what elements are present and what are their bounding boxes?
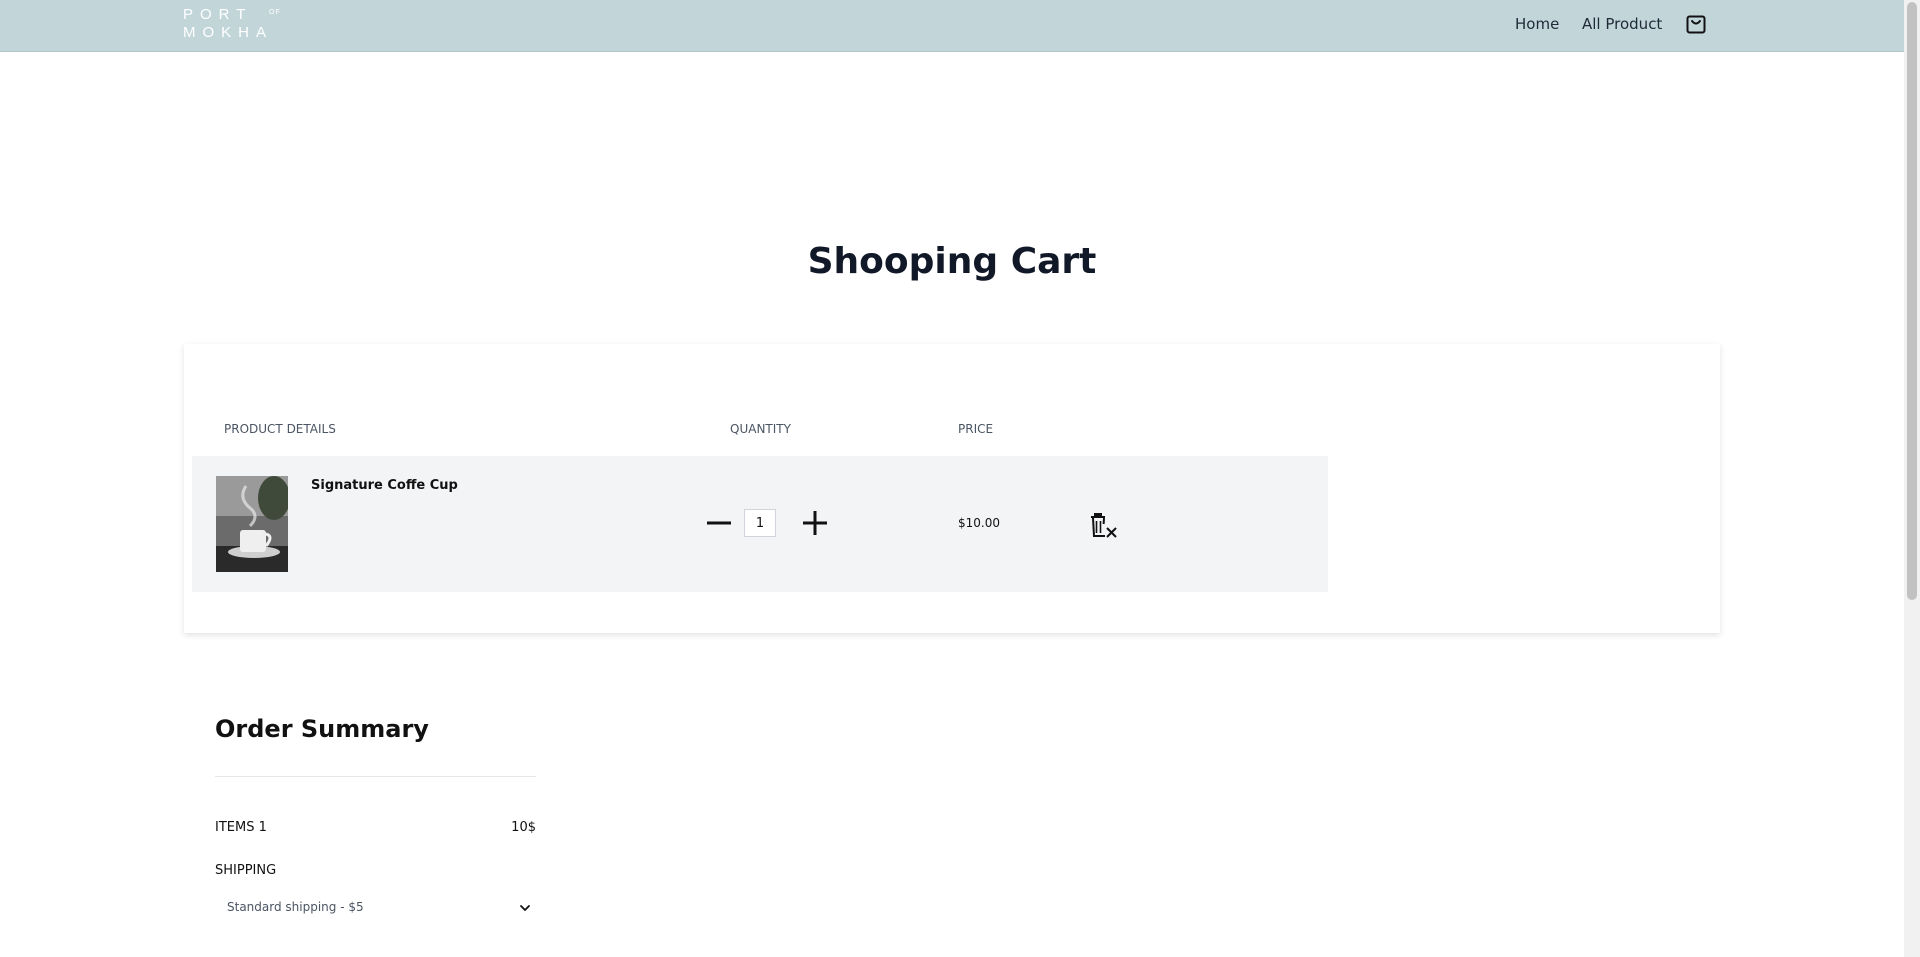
- chevron-down-icon: [518, 900, 532, 914]
- cart-card: PRODUCT DETAILS QUANTITY PRICE Signature…: [184, 344, 1720, 633]
- summary-items-value: 10$: [511, 820, 536, 835]
- shipping-select[interactable]: Standard shipping - $5: [215, 891, 536, 923]
- order-summary-title: Order Summary: [215, 715, 429, 743]
- top-navbar: PORT OF MOKHA Home All Product: [0, 0, 1904, 52]
- brand-logo[interactable]: PORT OF MOKHA: [183, 7, 287, 41]
- item-price: $10.00: [958, 516, 1000, 530]
- plus-icon[interactable]: [800, 508, 830, 538]
- order-summary: Order Summary ITEMS 1 10$ SHIPPING Stand…: [215, 712, 536, 914]
- column-header-price: PRICE: [958, 422, 994, 436]
- nav-home-link[interactable]: Home: [1515, 14, 1559, 34]
- cart-item-row: Signature Coffe Cup $10.00: [192, 456, 1328, 592]
- summary-divider: [215, 776, 536, 777]
- shipping-selected-value: Standard shipping - $5: [227, 900, 364, 914]
- page-title: Shooping Cart: [807, 241, 1097, 282]
- trash-x-icon[interactable]: [1090, 510, 1120, 540]
- logo-line-2: MOKHA: [183, 24, 274, 41]
- minus-icon[interactable]: [704, 508, 734, 538]
- column-header-product: PRODUCT DETAILS: [224, 422, 336, 436]
- shopping-bag-icon[interactable]: [1684, 12, 1708, 36]
- summary-shipping-label: SHIPPING: [215, 863, 277, 878]
- scrollbar-thumb[interactable]: [1907, 2, 1917, 600]
- nav-all-product-link[interactable]: All Product: [1582, 14, 1662, 34]
- quantity-input[interactable]: [744, 509, 776, 537]
- product-thumbnail[interactable]: [216, 476, 288, 572]
- summary-items-label: ITEMS 1: [215, 820, 267, 835]
- product-name[interactable]: Signature Coffe Cup: [311, 477, 458, 495]
- logo-line-1: PORT: [183, 6, 253, 23]
- logo-of: OF: [269, 9, 281, 16]
- page-scrollbar[interactable]: [1904, 0, 1920, 957]
- column-header-quantity: QUANTITY: [730, 422, 791, 436]
